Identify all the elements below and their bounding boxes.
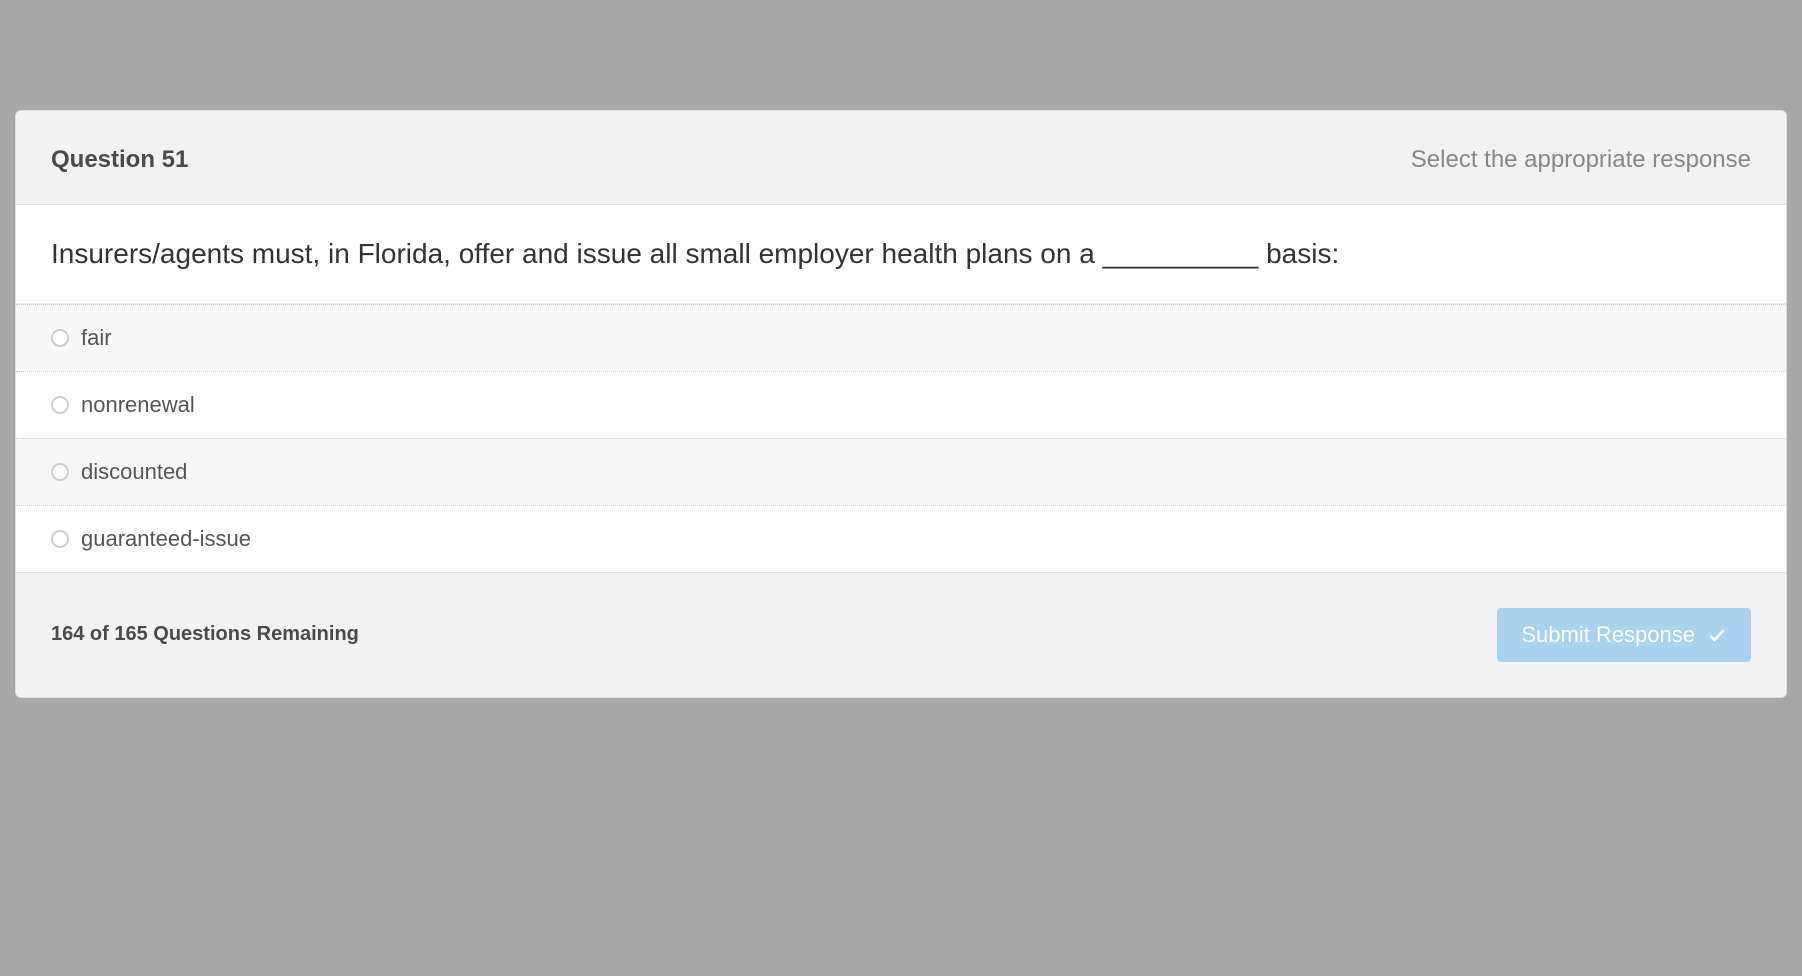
question-text: Insurers/agents must, in Florida, offer … (51, 235, 1751, 273)
submit-label: Submit Response (1521, 622, 1695, 648)
option-label: nonrenewal (81, 392, 195, 418)
question-card: Question 51 Select the appropriate respo… (15, 110, 1787, 698)
options-list: fair nonrenewal discounted guaranteed-is… (16, 304, 1786, 573)
card-header: Question 51 Select the appropriate respo… (16, 111, 1786, 205)
option-fair[interactable]: fair (16, 304, 1786, 371)
option-label: discounted (81, 459, 187, 485)
option-label: guaranteed-issue (81, 526, 251, 552)
radio-icon (51, 463, 69, 481)
option-label: fair (81, 325, 112, 351)
radio-icon (51, 396, 69, 414)
submit-response-button[interactable]: Submit Response (1497, 608, 1751, 662)
radio-icon (51, 329, 69, 347)
question-number: Question 51 (51, 146, 188, 174)
radio-icon (51, 530, 69, 548)
option-discounted[interactable]: discounted (16, 438, 1786, 505)
option-nonrenewal[interactable]: nonrenewal (16, 371, 1786, 438)
instruction-text: Select the appropriate response (1411, 146, 1751, 174)
option-guaranteed-issue[interactable]: guaranteed-issue (16, 505, 1786, 573)
questions-remaining: 164 of 165 Questions Remaining (51, 623, 359, 646)
check-icon (1707, 625, 1727, 645)
card-footer: 164 of 165 Questions Remaining Submit Re… (16, 573, 1786, 697)
question-body: Insurers/agents must, in Florida, offer … (16, 205, 1786, 304)
